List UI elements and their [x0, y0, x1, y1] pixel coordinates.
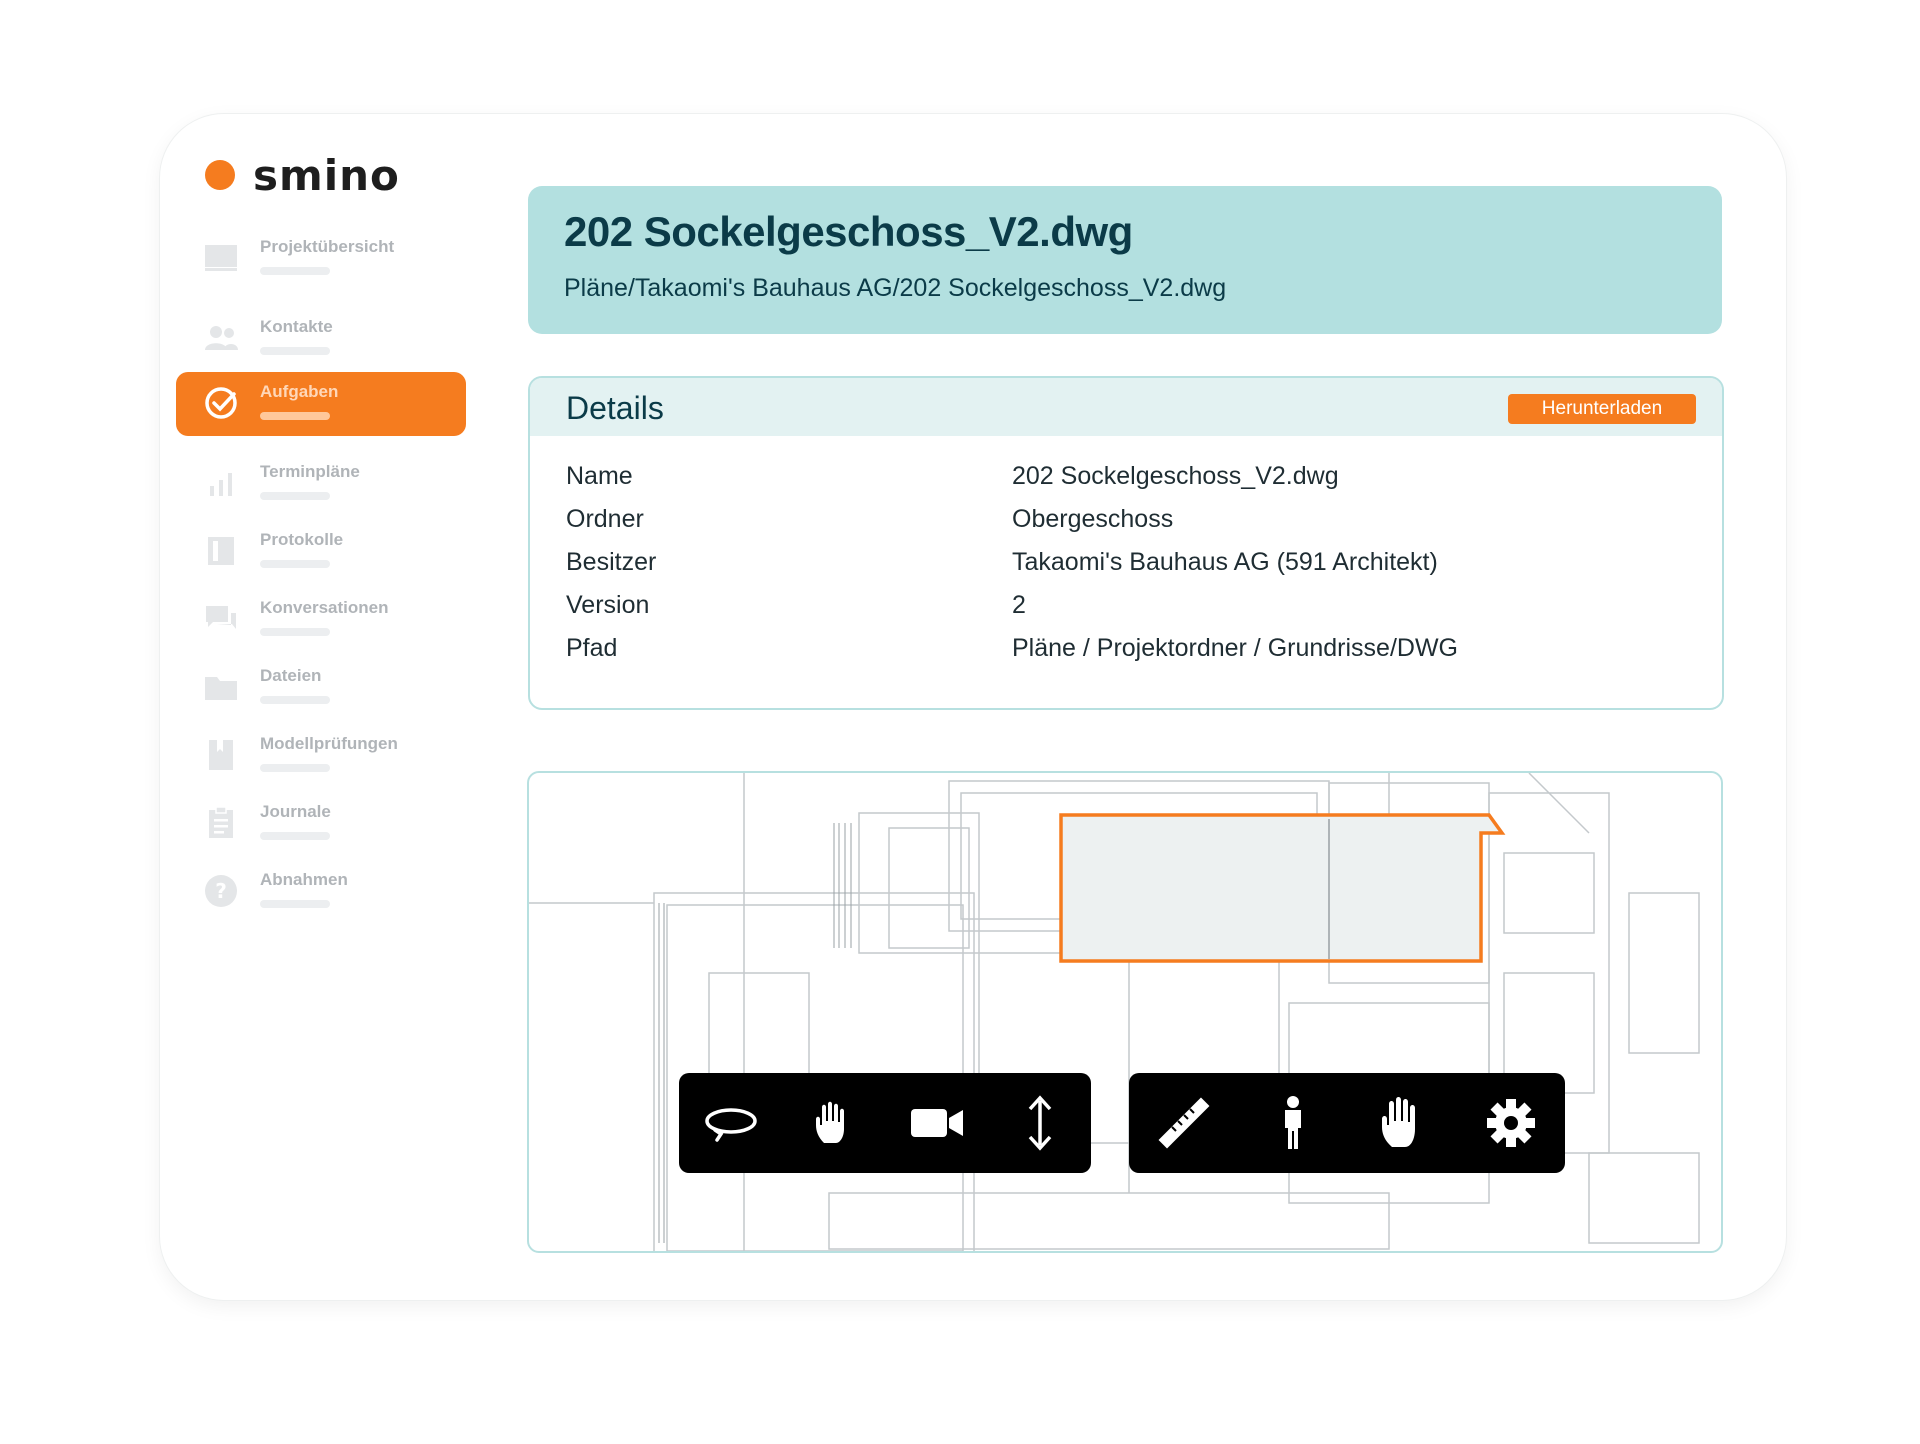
- model-viewer[interactable]: [527, 771, 1723, 1253]
- detail-key: Version: [566, 591, 650, 619]
- detail-value: 2: [1012, 591, 1026, 619]
- detail-row-pfad: Pfad Pläne / Projektordner / Grundrisse/D…: [566, 634, 1458, 677]
- sidebar-item-label: Aufgaben: [260, 382, 339, 401]
- file-title: 202 Sockelgeschoss_V2.dwg: [564, 208, 1133, 255]
- chat-icon: [204, 602, 238, 636]
- sidebar-item-protokolle[interactable]: Protokolle: [176, 520, 466, 584]
- detail-row-name: Name 202 Sockelgeschoss_V2.dwg: [566, 462, 1458, 505]
- sidebar-item-label: Modellprüfungen: [260, 734, 398, 753]
- orbit-icon[interactable]: [695, 1087, 767, 1159]
- detail-row-ordner: Ordner Obergeschoss: [566, 505, 1458, 548]
- logo-wordmark: smino: [253, 150, 400, 200]
- detail-value: 202 Sockelgeschoss_V2.dwg: [1012, 462, 1339, 490]
- users-icon: [204, 321, 238, 355]
- smino-logo[interactable]: smino: [205, 150, 400, 200]
- sidebar-item-modellpruefungen[interactable]: Modellprüfungen: [176, 724, 466, 788]
- detail-value: Obergeschoss: [1012, 505, 1174, 533]
- sidebar-item-projektuebersicht[interactable]: Projektübersicht: [176, 227, 466, 291]
- detail-value: Takaomi's Bauhaus AG (591 Architekt): [1012, 548, 1438, 576]
- help-circle-icon: ?: [204, 874, 238, 908]
- pan-hand-icon[interactable]: [798, 1087, 870, 1159]
- download-button[interactable]: Herunterladen: [1508, 394, 1696, 424]
- details-header: Details Herunterladen: [530, 378, 1722, 436]
- file-path: Pläne/Takaomi's Bauhaus AG/202 Sockelges…: [564, 274, 1227, 302]
- bar-chart-icon: [204, 466, 238, 500]
- details-title: Details: [566, 390, 664, 426]
- detail-key: Besitzer: [566, 548, 657, 576]
- settings-icon[interactable]: [1475, 1087, 1547, 1159]
- detail-key: Ordner: [566, 505, 644, 533]
- logo-dot: [205, 160, 235, 190]
- ruler-icon[interactable]: [1148, 1087, 1220, 1159]
- folder-icon: [204, 670, 238, 704]
- floor-plan-drawing: [529, 773, 1700, 1251]
- sidebar-item-journale[interactable]: Journale: [176, 792, 466, 856]
- sidebar-item-label: Abnahmen: [260, 870, 348, 889]
- detail-key: Name: [566, 462, 633, 490]
- check-circle-icon: [204, 386, 238, 420]
- sidebar-item-konversationen[interactable]: Konversationen: [176, 588, 466, 652]
- detail-key: Pfad: [566, 634, 618, 662]
- details-rows: Name 202 Sockelgeschoss_V2.dwg Ordner Ober…: [566, 462, 1458, 677]
- tools-toolbar: [1129, 1073, 1565, 1173]
- hand-icon[interactable]: [1366, 1087, 1438, 1159]
- clipboard-icon: [204, 806, 238, 840]
- sidebar-item-label: Konversationen: [260, 598, 389, 617]
- sidebar-item-abnahmen[interactable]: ? Abnahmen: [176, 860, 466, 924]
- detail-row-version: Version 2: [566, 591, 1458, 634]
- sidebar-item-kontakte[interactable]: Kontakte: [176, 307, 466, 371]
- book-icon: [204, 534, 238, 568]
- sidebar-item-aufgaben[interactable]: Aufgaben: [176, 372, 466, 436]
- svg-text:?: ?: [215, 879, 227, 903]
- sidebar-item-terminplaene[interactable]: Terminpläne: [176, 452, 466, 516]
- file-header: 202 Sockelgeschoss_V2.dwg Pläne/Takaomi'…: [528, 186, 1722, 334]
- monitor-icon: [204, 241, 238, 275]
- bookmark-icon: [204, 738, 238, 772]
- sidebar-item-label: Protokolle: [260, 530, 344, 549]
- sidebar-item-label: Dateien: [260, 666, 322, 685]
- sidebar-item-label: Projektübersicht: [260, 237, 395, 256]
- person-icon[interactable]: [1257, 1087, 1329, 1159]
- detail-value: Pläne / Projektordner / Grundrisse/DWG: [1012, 634, 1458, 662]
- camera-icon[interactable]: [901, 1087, 973, 1159]
- vertical-move-icon[interactable]: [1004, 1087, 1076, 1159]
- sidebar-item-label: Kontakte: [260, 317, 333, 336]
- sidebar-item-label: Terminpläne: [260, 462, 360, 481]
- detail-row-besitzer: Besitzer Takaomi's Bauhaus AG (591 Archit…: [566, 548, 1458, 591]
- navigation-toolbar: [679, 1073, 1091, 1173]
- details-card: Details Herunterladen Name 202 Sockelgesc…: [528, 376, 1724, 710]
- sidebar-item-dateien[interactable]: Dateien: [176, 656, 466, 720]
- sidebar-item-label: Journale: [260, 802, 331, 821]
